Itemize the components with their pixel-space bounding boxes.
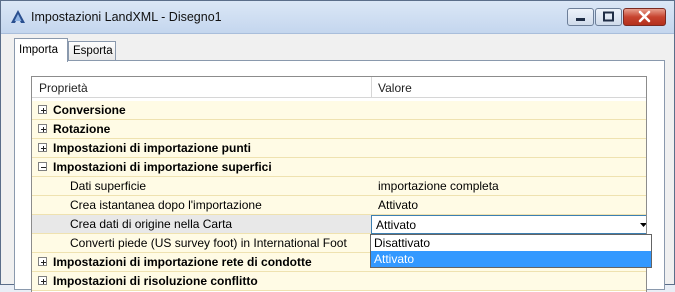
minimize-button[interactable] <box>567 8 594 26</box>
minimize-icon <box>576 18 585 21</box>
property-value: importazione completa <box>378 179 499 193</box>
column-divider[interactable] <box>371 77 372 97</box>
expand-plus-icon[interactable] <box>38 124 47 133</box>
column-header-value[interactable]: Valore <box>378 81 412 95</box>
grid-row-conversione[interactable]: Conversione <box>32 101 646 120</box>
grid-row-crea-dati-origine[interactable]: Crea dati di origine nella Carta Attivat… <box>32 215 646 234</box>
grid-row-risoluzione-conflitto[interactable]: Impostazioni di risoluzione conflitto <box>32 272 646 291</box>
property-value: Attivato <box>378 198 419 212</box>
property-label: Dati superficie <box>70 179 147 193</box>
grid-row-dati-superficie[interactable]: Dati superficie importazione completa <box>32 177 646 196</box>
dropdown-arrow-icon[interactable] <box>640 223 647 227</box>
expand-plus-icon[interactable] <box>38 143 47 152</box>
maximize-icon <box>603 11 614 22</box>
column-header-property[interactable]: Proprietà <box>39 81 88 95</box>
maximize-button[interactable] <box>595 8 622 26</box>
property-label: Crea istantanea dopo l'importazione <box>70 198 262 212</box>
dropdown-option-disattivato[interactable]: Disattivato <box>371 235 651 251</box>
expand-plus-icon[interactable] <box>38 257 47 266</box>
category-label: Impostazioni di risoluzione conflitto <box>53 274 258 288</box>
grid-row-rotazione[interactable]: Rotazione <box>32 120 646 139</box>
close-icon <box>638 10 651 23</box>
category-label: Impostazioni di importazione punti <box>53 141 251 155</box>
grid-row-import-punti[interactable]: Impostazioni di importazione punti <box>32 139 646 158</box>
expand-plus-icon[interactable] <box>38 105 47 114</box>
tab-esporta[interactable]: Esporta <box>68 41 116 61</box>
dropdown-option-attivato[interactable]: Attivato <box>371 251 651 267</box>
landxml-settings-window: Impostazioni LandXML - Disegno1 Importa … <box>0 0 675 292</box>
tab-importa[interactable]: Importa <box>14 38 68 62</box>
category-label: Impostazioni di importazione superfici <box>53 160 272 174</box>
category-label: Conversione <box>53 103 126 117</box>
title-bar[interactable]: Impostazioni LandXML - Disegno1 <box>1 1 674 34</box>
category-label: Impostazioni di importazione rete di con… <box>53 255 312 269</box>
grid-header: Proprietà Valore <box>32 77 646 98</box>
close-button[interactable] <box>623 8 666 26</box>
property-label: Crea dati di origine nella Carta <box>70 217 233 231</box>
window-title: Impostazioni LandXML - Disegno1 <box>31 10 222 24</box>
grid-row-crea-istantanea[interactable]: Crea istantanea dopo l'importazione Atti… <box>32 196 646 215</box>
value-combobox[interactable]: Attivato <box>371 215 647 234</box>
collapse-minus-icon[interactable] <box>38 162 47 171</box>
civil3d-app-icon <box>11 10 25 23</box>
property-label: Converti piede (US survey foot) in Inter… <box>70 236 347 250</box>
expand-plus-icon[interactable] <box>38 276 47 285</box>
category-label: Rotazione <box>53 122 111 136</box>
value-dropdown-list: Disattivato Attivato <box>370 234 652 268</box>
grid-row-import-superfici[interactable]: Impostazioni di importazione superfici <box>32 158 646 177</box>
combobox-value: Attivato <box>376 218 417 232</box>
